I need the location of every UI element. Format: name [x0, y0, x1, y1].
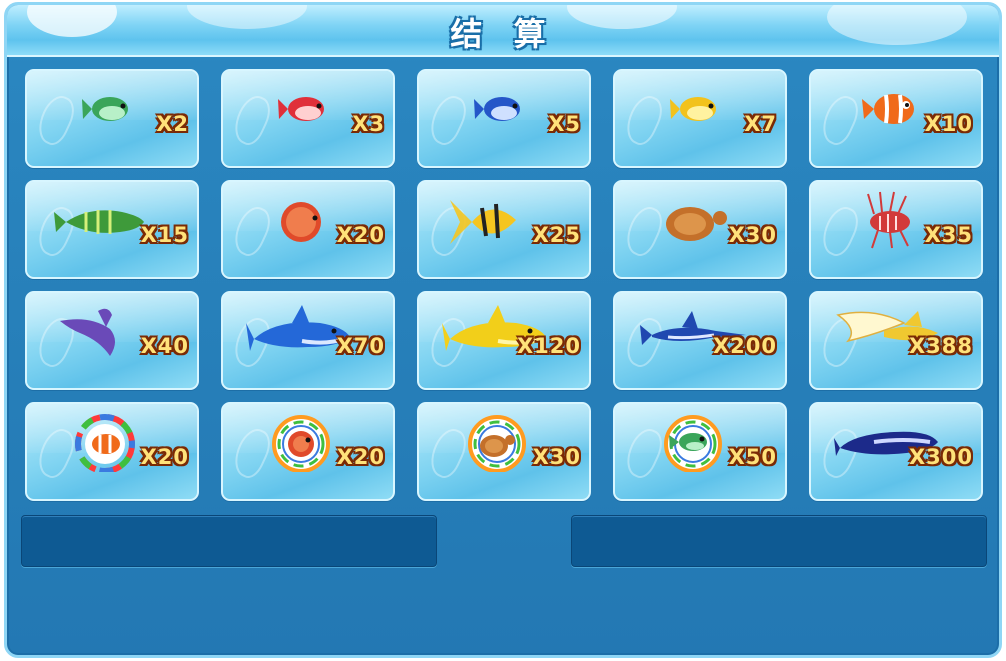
multiplier-label: X30 — [532, 445, 581, 469]
multiplier-label: X388 — [908, 334, 973, 358]
title-bar: 结 算 — [7, 5, 999, 57]
multiplier-label: X20 — [140, 445, 189, 469]
multiplier-label: X40 — [140, 334, 189, 358]
fish-card: X300 — [809, 402, 983, 501]
fish-card: X7 — [613, 69, 787, 168]
fish-card: X2 — [25, 69, 199, 168]
multiplier-label: X35 — [924, 223, 973, 247]
page-title: 结 算 — [450, 15, 556, 53]
multiplier-label: X5 — [548, 112, 581, 136]
fish-card: X70 — [221, 291, 395, 390]
fish-card: X25 — [417, 180, 591, 279]
multiplier-label: X7 — [744, 112, 777, 136]
fish-card: X20 — [221, 402, 395, 501]
fish-payout-grid: X2 X3 X5 X7 X10 X15 X20 X25 X30 X35 X40 X70 X120 X200… — [25, 69, 987, 501]
fish-card: X3 — [221, 69, 395, 168]
right-score-box — [571, 515, 987, 567]
multiplier-label: X20 — [336, 223, 385, 247]
settlement-panel: 结 算 X2 X3 X5 X7 X10 X15 X20 X25 X30 X35 X40 X70 X120… — [4, 2, 1002, 658]
fish-card: X35 — [809, 180, 983, 279]
fish-card: X40 — [25, 291, 199, 390]
fish-card: X30 — [613, 180, 787, 279]
multiplier-label: X10 — [924, 112, 973, 136]
fish-card: X20 — [221, 180, 395, 279]
multiplier-label: X120 — [516, 334, 581, 358]
multiplier-label: X50 — [728, 445, 777, 469]
multiplier-label: X15 — [140, 223, 189, 247]
fish-card: X20 — [25, 402, 199, 501]
multiplier-label: X3 — [352, 112, 385, 136]
fish-card: X10 — [809, 69, 983, 168]
multiplier-label: X200 — [712, 334, 777, 358]
fish-card: X5 — [417, 69, 591, 168]
fish-card: X50 — [613, 402, 787, 501]
left-score-box — [21, 515, 437, 567]
multiplier-label: X20 — [336, 445, 385, 469]
fish-card: X200 — [613, 291, 787, 390]
multiplier-label: X300 — [908, 445, 973, 469]
multiplier-label: X25 — [532, 223, 581, 247]
fish-card: X120 — [417, 291, 591, 390]
fish-card: X30 — [417, 402, 591, 501]
fish-card: X388 — [809, 291, 983, 390]
multiplier-label: X30 — [728, 223, 777, 247]
multiplier-label: X2 — [156, 112, 189, 136]
multiplier-label: X70 — [336, 334, 385, 358]
fish-card: X15 — [25, 180, 199, 279]
